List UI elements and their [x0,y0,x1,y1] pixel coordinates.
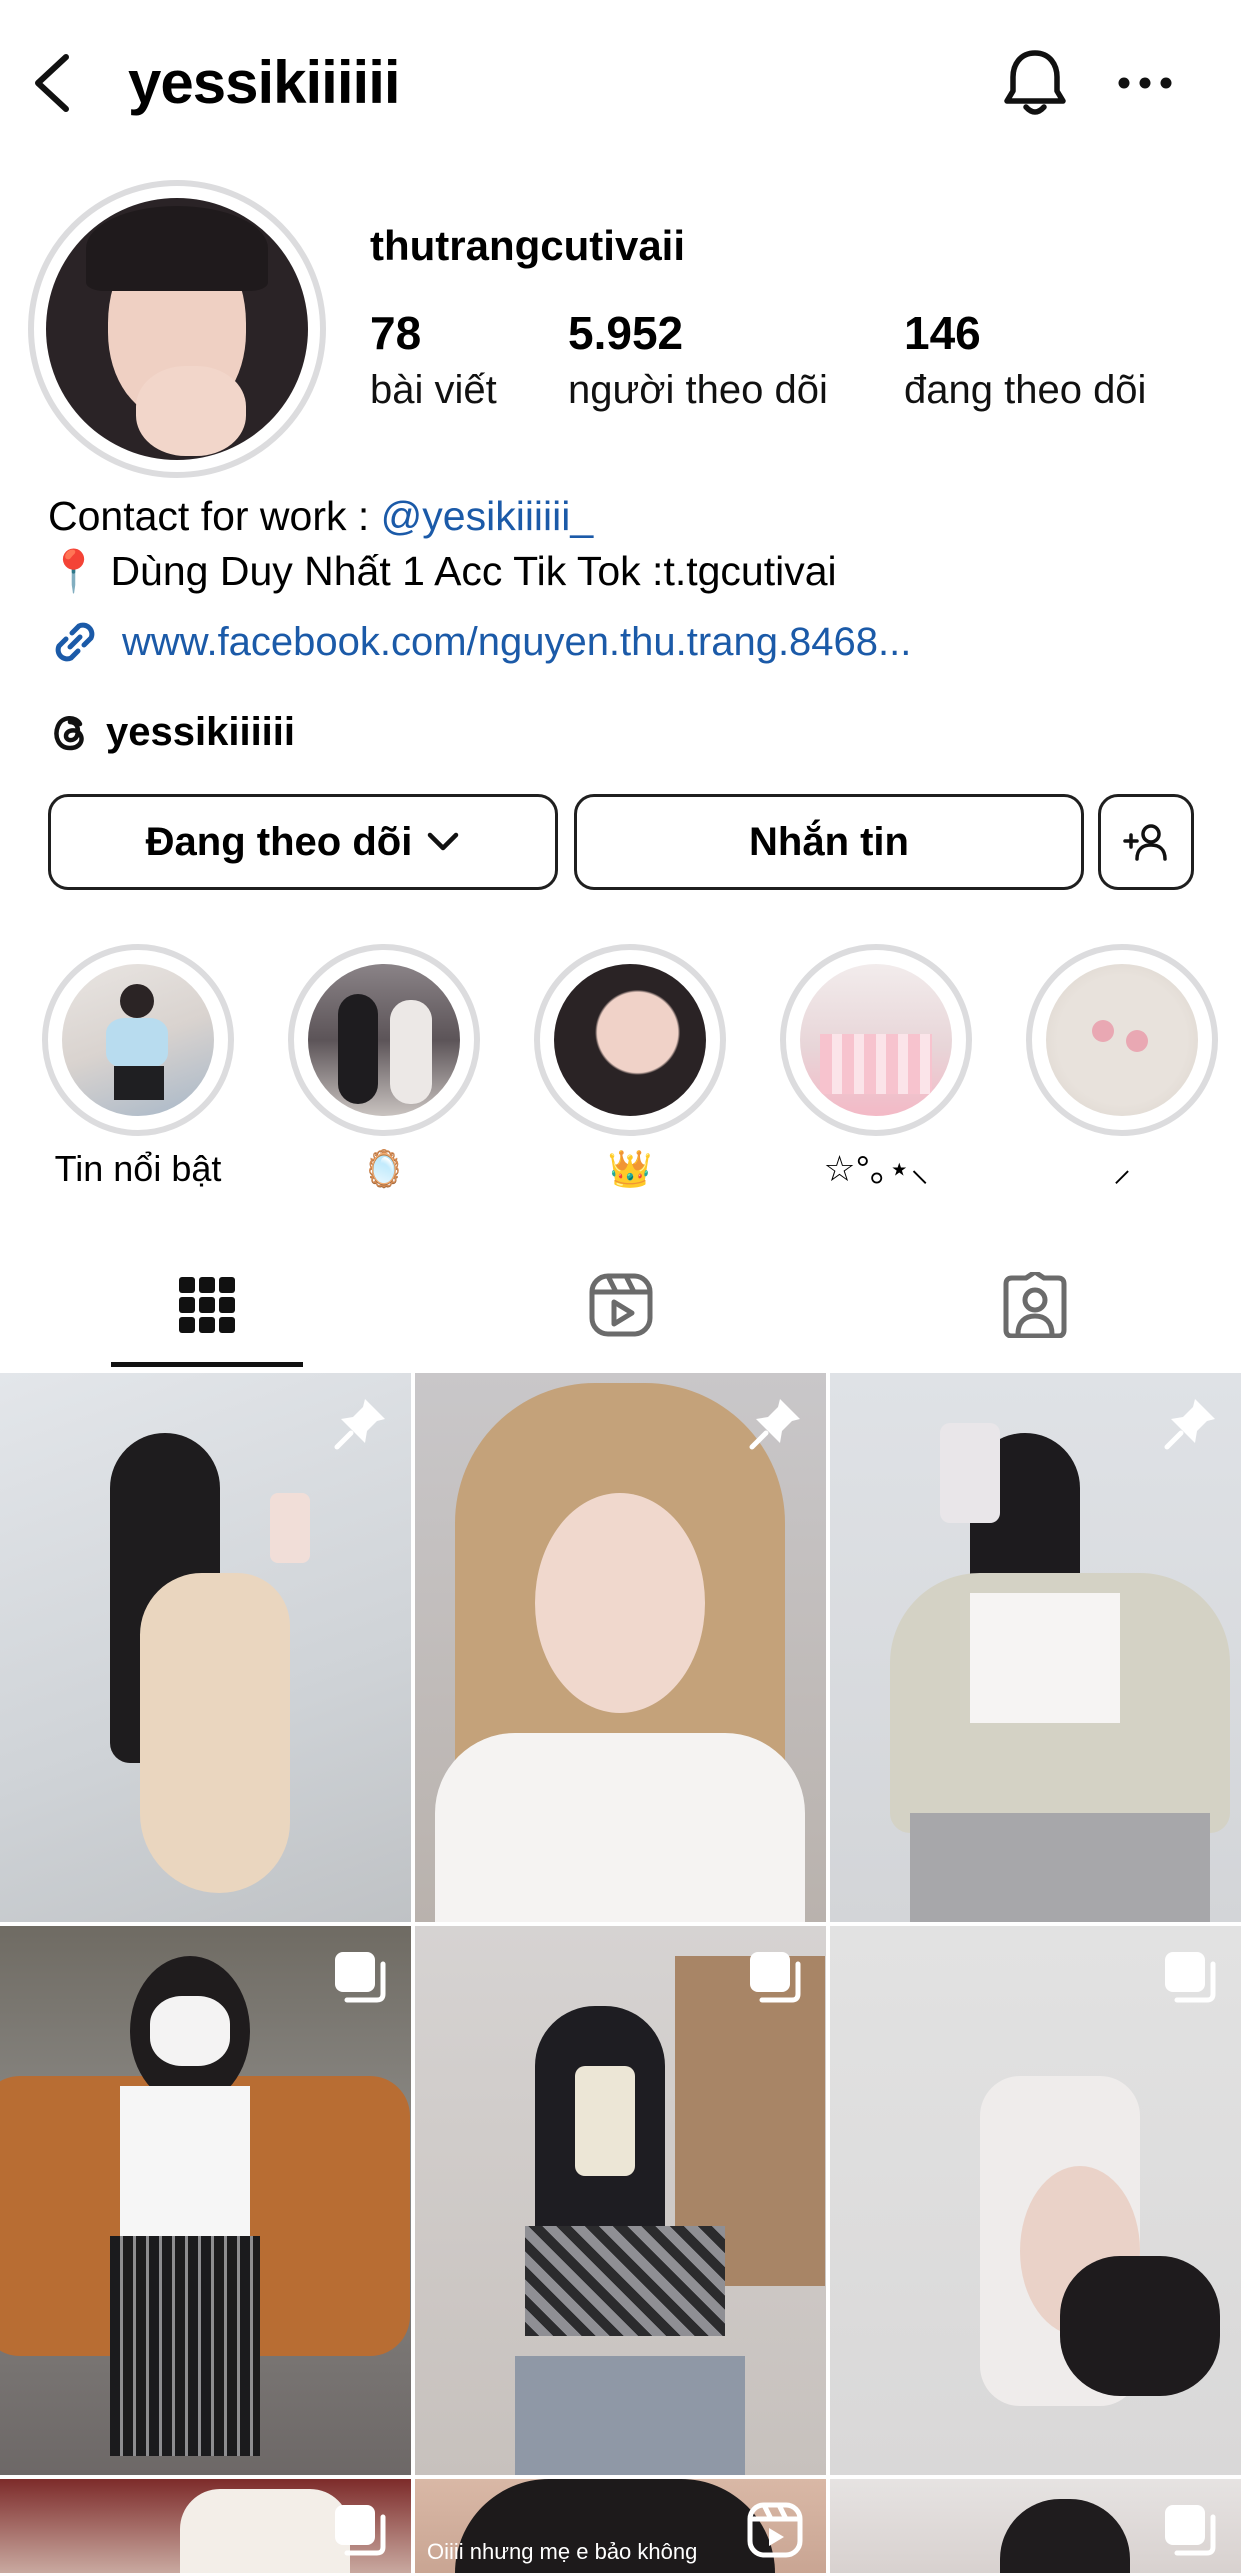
threads-badge[interactable]: yessikiiiiii [48,702,295,762]
bio-line-1: Contact for work : @yesikiiiiii_ [48,490,593,542]
pin-icon [749,1399,800,1450]
threads-handle: yessikiiiiii [106,709,296,754]
post-thumbnail[interactable] [0,2479,411,2573]
highlight-ring [534,944,726,1136]
carousel-icon [750,1952,801,2003]
reels-icon [747,2502,803,2558]
highlight-cover [800,964,952,1116]
pin-icon [334,1399,385,1450]
message-button-label: Nhắn tin [749,819,909,864]
stat-following-label: đang theo dõi [904,368,1147,412]
highlight-item[interactable]: 👑 [534,944,726,1189]
page-title: yessikiiiiii [128,49,401,116]
add-user-icon [1123,824,1167,861]
pin-icon [1164,1399,1215,1450]
post-thumbnail[interactable] [0,1926,411,2475]
active-tab-indicator [111,1362,303,1367]
bio-contact-prefix: Contact for work : [48,493,381,539]
bell-icon [1004,50,1066,115]
highlight-ring [288,944,480,1136]
post-thumbnail[interactable] [830,1373,1241,1922]
bio-mention-link[interactable]: @yesikiiiiii_ [381,493,594,539]
top-bar: yessikiiiiii [0,0,1242,165]
profile-tabs [0,1240,1242,1370]
highlight-cover [308,964,460,1116]
highlight-cover [554,964,706,1116]
post-thumbnail[interactable]: Oiiii nhưng mẹ e bảo không [415,2479,826,2573]
post-thumbnail[interactable] [0,1373,411,1922]
post-thumbnail[interactable] [415,1373,826,1922]
stat-followers[interactable]: 5.952 người theo dõi [568,302,828,416]
chevron-down-icon [426,831,460,853]
stat-posts[interactable]: 78 bài viết [370,302,497,416]
stat-posts-count: 78 [370,307,422,359]
carousel-icon [335,1952,386,2003]
highlight-label: ⸝ [1113,1148,1131,1189]
highlight-ring [42,944,234,1136]
notifications-button[interactable] [1000,45,1070,120]
post-thumbnail[interactable] [830,1926,1241,2475]
highlight-item[interactable]: 🪞 [288,944,480,1189]
following-button-label: Đang theo dõi [145,819,413,864]
link-icon [55,622,95,662]
avatar[interactable] [46,198,308,460]
message-button[interactable]: Nhắn tin [574,794,1084,890]
highlight-item[interactable]: ⸝ [1026,944,1218,1189]
highlight-cover [62,964,214,1116]
external-link-text[interactable]: www.facebook.com/nguyen.thu.trang.8468..… [122,620,911,665]
tab-tagged[interactable] [828,1240,1242,1370]
carousel-icon [335,2505,386,2556]
grid-icon [179,1277,235,1333]
highlight-ring [1026,944,1218,1136]
highlight-cover [1046,964,1198,1116]
following-dropdown-button[interactable]: Đang theo dõi [48,794,558,890]
carousel-icon [1165,1952,1216,2003]
highlight-item[interactable]: ☆°｡⋆⸜ [780,944,972,1189]
carousel-icon [1165,2505,1216,2556]
avatar-hair [86,206,268,291]
post-thumbnail[interactable] [830,2479,1241,2573]
tab-posts[interactable] [0,1240,414,1370]
stat-followers-label: người theo dõi [568,368,828,412]
profile-display-name: thutrangcutivaii [370,222,686,269]
tagged-icon [1003,1272,1067,1338]
stat-posts-label: bài viết [370,368,497,412]
post-thumbnail[interactable] [415,1926,826,2475]
stat-following-count: 146 [904,307,981,359]
threads-icon [54,716,84,751]
stat-followers-count: 5.952 [568,307,684,359]
more-options-button[interactable] [1110,45,1180,120]
back-button[interactable] [30,45,90,120]
highlight-ring [780,944,972,1136]
bio-line-2: 📍 Dùng Duy Nhất 1 Acc Tik Tok :t.tgcutiv… [48,548,837,594]
suggested-users-button[interactable] [1098,794,1194,890]
external-link[interactable]: www.facebook.com/nguyen.thu.trang.8468..… [48,612,911,672]
reels-icon [589,1273,653,1337]
stat-following[interactable]: 146 đang theo dõi [904,302,1146,416]
chevron-left-icon [35,53,69,112]
tab-reels[interactable] [414,1240,828,1370]
avatar-hand [136,366,246,456]
highlight-item[interactable]: Tin nổi bật [42,944,234,1189]
more-dots-icon [1118,77,1172,88]
